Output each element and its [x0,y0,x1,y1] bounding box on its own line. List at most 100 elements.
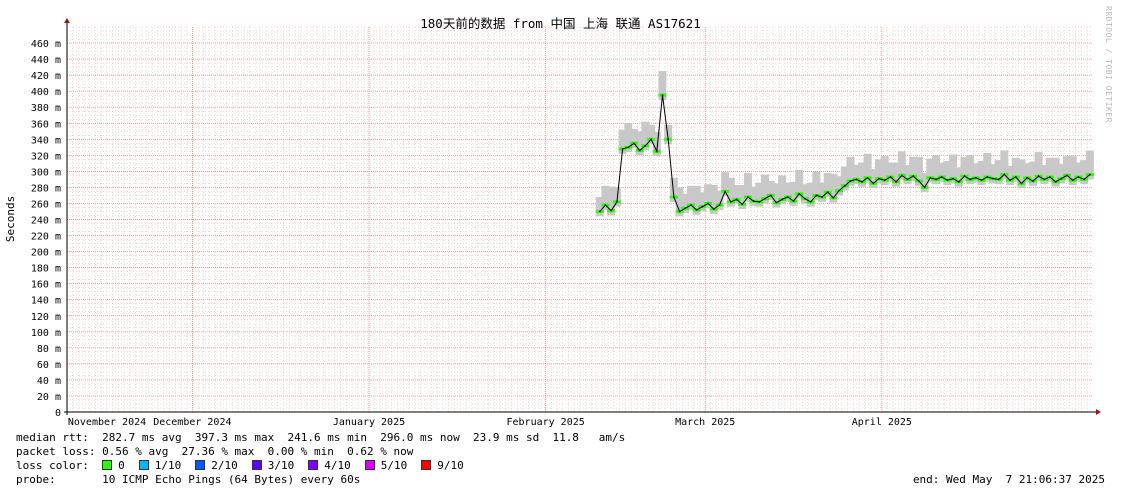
y-axis-label: Seconds [4,196,17,242]
y-tick-label: 180 m [31,264,61,275]
data-point [883,179,886,182]
data-point [872,182,875,185]
data-point [1054,180,1057,183]
data-point [832,196,835,199]
loss-color-swatch [308,460,319,470]
data-point [598,210,601,213]
data-point [843,184,846,187]
y-tick-label: 140 m [31,296,61,307]
data-point [604,204,607,206]
data-point [838,189,841,192]
loss-color-swatch [251,460,262,470]
median-label: median rtt: [16,431,89,444]
data-point [633,142,635,145]
data-point [804,197,806,200]
data-point [963,175,966,178]
loss-color-swatch [195,460,206,470]
loss-color-item: 4/10 [308,459,351,472]
end-timestamp: end: Wed May 7 21:06:37 2025 [912,473,1105,486]
data-point [729,200,732,203]
x-tick-label: March 2025 [675,417,735,428]
data-point [695,208,698,211]
y-tick-label: 340 m [31,135,61,146]
color-label: loss color: [16,459,89,472]
data-point [1071,179,1074,182]
y-tick-label: 400 m [31,87,61,98]
data-point [712,208,715,210]
loss-color-swatch [364,460,375,470]
data-point [798,192,801,195]
data-point [638,149,641,152]
y-tick-label: 420 m [31,71,61,82]
data-point [866,176,869,179]
y-tick-label: 160 m [31,280,61,291]
data-point [1043,178,1046,181]
x-tick-label: February 2025 [507,417,585,428]
y-tick-label: 440 m [31,55,61,66]
data-point [621,148,624,150]
smoke-band [595,71,1094,217]
median-values: 282.7 ms avg 397.3 ms max 241.6 ms min 2… [102,431,626,444]
loss-color-swatch [102,460,113,470]
x-tick-label: November 2024 [68,417,146,428]
data-point [974,176,977,179]
data-point [650,138,652,141]
data-point [992,177,994,180]
x-tick-labels: November 2024 December 2024 January 2025 Fe… [68,417,912,428]
data-point [672,196,675,198]
data-point [684,207,687,210]
latency-chart: 0 20 m 40 m 60 m 80 m 100 m 120 m 140 m 160 m 180… [4,18,1101,428]
data-point [1009,179,1011,182]
data-point [889,176,892,178]
loss-color-label: 1/10 [154,459,182,472]
data-point [849,180,852,182]
y-tick-label: 220 m [31,232,61,243]
y-tick-label: 260 m [31,199,61,210]
data-point [735,198,738,201]
loss-color-label: 2/10 [211,459,238,472]
data-point [815,194,818,197]
loss-color-item: 2/10 [195,459,238,472]
y-tick-label: 300 m [31,167,61,178]
data-point [769,194,772,197]
y-tick-label: 200 m [31,248,61,259]
y-tick-label: 360 m [31,119,61,130]
data-point [678,210,681,213]
legend: median rtt: 282.7 ms avg 397.3 ms max 24… [16,431,625,487]
data-point [900,174,903,177]
data-point [929,176,932,179]
data-point [764,197,766,200]
data-point [952,177,954,180]
data-point [724,190,727,193]
data-point [878,177,880,180]
data-point [1031,180,1034,182]
data-point [906,178,909,181]
axes [64,18,1101,415]
loss-color-item: 9/10 [421,459,464,472]
data-point [986,176,989,178]
chart-title: 180天前的数据 from 中国 上海 联通 AS17621 [420,16,701,31]
loss-color-label: 4/10 [324,459,351,472]
data-point [912,175,915,178]
data-point [969,178,972,181]
x-tick-label: December 2024 [153,417,231,428]
y-tick-label: 60 m [37,360,61,371]
x-tick-label: April 2025 [852,417,912,428]
data-point [1077,176,1080,178]
grid [66,26,1092,413]
data-point [861,180,863,183]
data-point [752,200,755,202]
data-point [1003,173,1006,176]
median-rtt-row: median rtt: 282.7 ms avg 397.3 ms max 24… [16,431,625,445]
data-point [781,198,784,201]
loss-color-swatch [421,460,432,470]
data-point [821,196,823,198]
loss-color-swatches: 0 1/10 2/10 3/10 4/10 5/10 9/10 [102,459,478,472]
watermark: RRDTOOL / TOBI OETIKER [1104,6,1113,123]
data-point [809,200,812,203]
data-point [747,196,749,198]
data-point [718,204,721,206]
data-point [957,180,960,183]
data-point [917,180,920,182]
loss-color-label: 3/10 [267,459,295,472]
